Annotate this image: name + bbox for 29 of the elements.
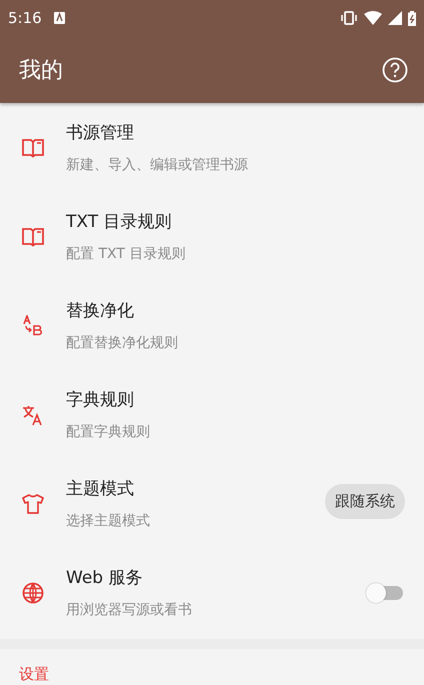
item-title[interactable]: 替换净化 [66, 299, 405, 322]
globe-icon [22, 582, 44, 604]
item-title[interactable]: 字典规则 [66, 388, 405, 411]
item-subtitle: 配置 TXT 目录规则 [66, 245, 186, 263]
item-subtitle: 配置字典规则 [66, 423, 151, 441]
item-title[interactable]: TXT 目录规则 [66, 210, 405, 233]
value-chip[interactable]: 跟随系统 [325, 484, 405, 519]
help-icon[interactable] [382, 56, 408, 82]
battery-icon [408, 10, 416, 26]
status-time: 5:16 [8, 9, 42, 27]
item-title[interactable]: 主题模式 [66, 477, 325, 500]
a-to-b-icon [22, 314, 44, 336]
section-header: 设置 [18, 664, 50, 684]
wifi-icon [364, 11, 382, 25]
shirt-icon [22, 492, 44, 514]
item-subtitle: 配置替换净化规则 [66, 334, 179, 352]
notification-icon [54, 12, 65, 24]
item-subtitle: 用浏览器写源或看书 [66, 601, 193, 619]
signal-icon [388, 11, 402, 25]
app-bar-title: 我的 [19, 56, 64, 84]
vibrate-icon [340, 11, 358, 25]
item-title[interactable]: 书源管理 [66, 121, 405, 144]
book-icon [22, 226, 44, 246]
translate-icon [22, 404, 44, 426]
item-subtitle: 新建、导入、编辑或管理书源 [66, 156, 249, 174]
item-title[interactable]: Web 服务 [66, 566, 365, 589]
item-subtitle: 选择主题模式 [66, 512, 151, 530]
book-icon [22, 138, 44, 158]
toggle-switch[interactable] [365, 582, 405, 604]
